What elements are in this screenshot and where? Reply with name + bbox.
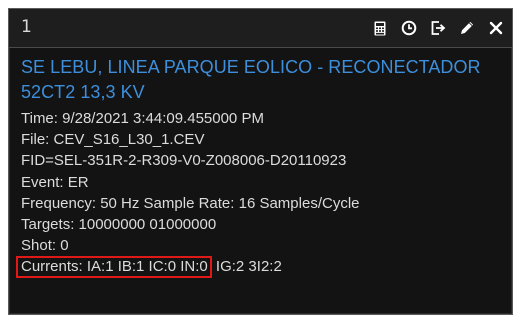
close-icon[interactable] — [488, 20, 504, 36]
event-title: SE LEBU, LINEA PARQUE EOLICO - RECONECTA… — [21, 57, 481, 102]
calculator-icon[interactable] — [372, 20, 388, 36]
currents-line: Currents: IA:1 IB:1 IC:0 IN:0 IG:2 3I2:2 — [16, 256, 502, 279]
file-line: File: CEV_S16_L30_1.CEV — [21, 131, 205, 149]
frequency-line: Frequency: 50 Hz Sample Rate: 16 Samples… — [21, 194, 360, 212]
event-summary-panel: 1 SE LEBU, LINEA PARQUE EOLICO - RECONEC… — [8, 8, 513, 315]
panel-toolbar — [372, 17, 504, 39]
currents-rest: IG:2 3I2:2 — [215, 258, 282, 276]
fid-line: FID=SEL-351R-2-R309-V0-Z008006-D20110923 — [21, 152, 347, 170]
targets-line: Targets: 10000000 01000000 — [21, 216, 217, 234]
shot-line: Shot: 0 — [21, 237, 69, 255]
export-icon[interactable] — [430, 20, 446, 36]
panel-titlebar: 1 — [9, 9, 512, 48]
time-line: Time: 9/28/2021 3:44:09.455000 PM — [21, 110, 264, 127]
panel-number: 1 — [21, 17, 32, 37]
clock-icon[interactable] — [401, 20, 417, 36]
currents-highlight-box: Currents: IA:1 IB:1 IC:0 IN:0 — [16, 256, 212, 279]
event-line: Event: ER — [21, 173, 89, 191]
pencil-icon[interactable] — [459, 20, 475, 36]
event-details: SE LEBU, LINEA PARQUE EOLICO - RECONECTA… — [16, 55, 502, 279]
